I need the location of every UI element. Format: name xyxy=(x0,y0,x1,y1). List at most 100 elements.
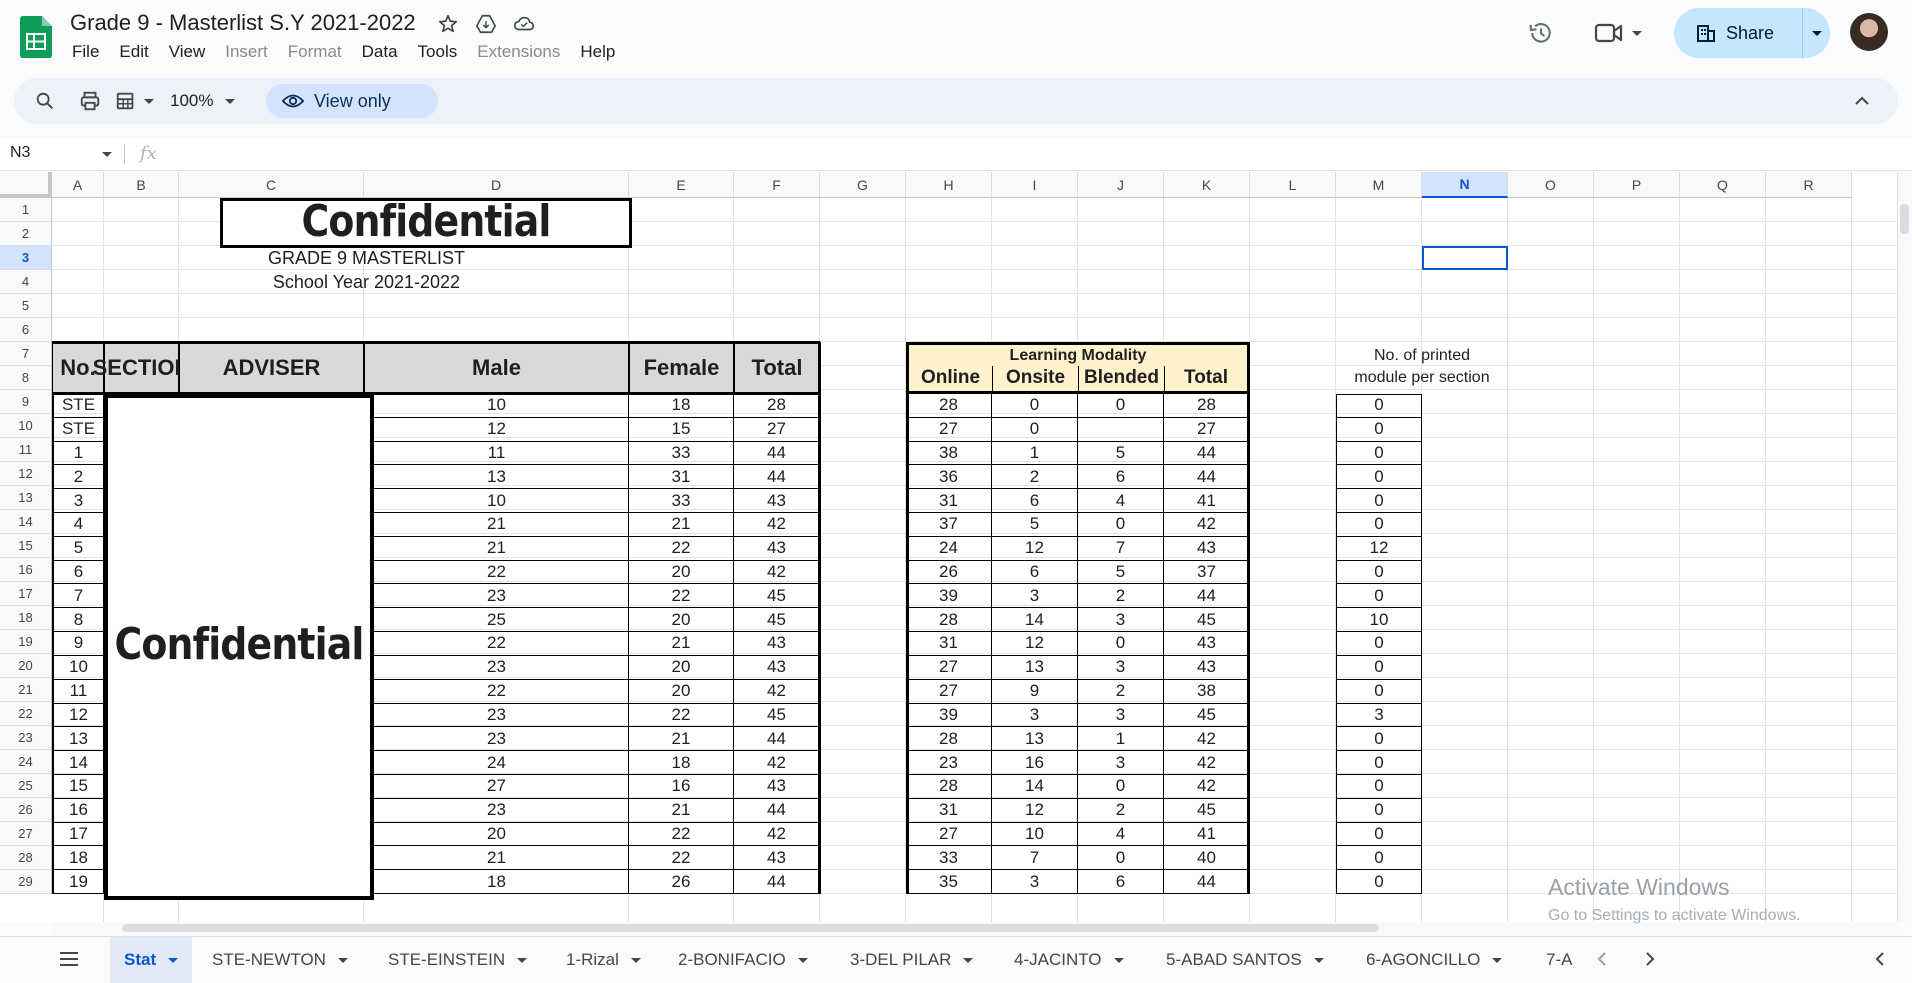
column-header-q[interactable]: Q xyxy=(1680,172,1766,198)
scroll-tabs-right-icon[interactable] xyxy=(1640,949,1660,974)
row-header-2[interactable]: 2 xyxy=(0,222,52,246)
menu-item-help[interactable]: Help xyxy=(570,40,625,64)
avatar[interactable] xyxy=(1850,13,1888,51)
scroll-tabs-left-icon[interactable] xyxy=(1592,949,1612,974)
column-header-m[interactable]: M xyxy=(1336,172,1422,198)
row-header-29[interactable]: 29 xyxy=(0,870,52,894)
share-button[interactable]: Share xyxy=(1674,8,1803,58)
chevron-down-icon[interactable] xyxy=(168,957,179,963)
chevron-down-icon[interactable] xyxy=(102,152,112,157)
row-header-3[interactable]: 3 xyxy=(0,246,52,270)
column-header-i[interactable]: I xyxy=(992,172,1078,198)
row-header-8[interactable]: 8 xyxy=(0,366,52,390)
vertical-scroll-thumb[interactable] xyxy=(1900,204,1909,234)
sheet-tab-stat[interactable]: Stat xyxy=(110,937,193,983)
column-header-j[interactable]: J xyxy=(1078,172,1164,198)
column-header-f[interactable]: F xyxy=(734,172,820,198)
row-header-5[interactable]: 5 xyxy=(0,294,52,318)
sheet-tab-ste-einstein[interactable]: STE-EINSTEIN xyxy=(388,937,528,983)
row-header-4[interactable]: 4 xyxy=(0,270,52,294)
row-header-15[interactable]: 15 xyxy=(0,534,52,558)
row-header-13[interactable]: 13 xyxy=(0,486,52,510)
row-header-19[interactable]: 19 xyxy=(0,630,52,654)
meet-button[interactable] xyxy=(1594,18,1650,48)
row-header-17[interactable]: 17 xyxy=(0,582,52,606)
row-header-10[interactable]: 10 xyxy=(0,414,52,438)
menu-item-file[interactable]: File xyxy=(62,40,109,64)
column-header-o[interactable]: O xyxy=(1508,172,1594,198)
row-header-27[interactable]: 27 xyxy=(0,822,52,846)
column-header-d[interactable]: D xyxy=(364,172,629,198)
name-box[interactable]: N3 xyxy=(10,144,30,162)
collapse-sidebar-icon[interactable] xyxy=(1870,949,1890,974)
chevron-down-icon[interactable] xyxy=(963,957,974,963)
menu-item-tools[interactable]: Tools xyxy=(408,40,468,64)
chevron-down-icon[interactable] xyxy=(1113,957,1124,963)
select-format-button[interactable] xyxy=(114,78,154,124)
column-header-k[interactable]: K xyxy=(1164,172,1250,198)
select-all-corner[interactable] xyxy=(0,172,52,198)
print-icon[interactable] xyxy=(78,78,102,124)
menu-item-data[interactable]: Data xyxy=(352,40,408,64)
row-header-9[interactable]: 9 xyxy=(0,390,52,414)
horizontal-scroll-thumb[interactable] xyxy=(122,924,1379,932)
sheet-tab-2-bonifacio[interactable]: 2-BONIFACIO xyxy=(678,937,808,983)
chevron-down-icon[interactable] xyxy=(1492,957,1503,963)
row-header-18[interactable]: 18 xyxy=(0,606,52,630)
row-header-16[interactable]: 16 xyxy=(0,558,52,582)
spreadsheet-grid[interactable]: A B C D E F G H I J K L M N O P Q R 1 2 3 4 5 6 7 8 9 10 11 12 13 14 15 1… xyxy=(0,172,1897,922)
search-icon[interactable] xyxy=(34,78,56,124)
view-only-button[interactable]: View only xyxy=(266,84,438,118)
row-header-11[interactable]: 11 xyxy=(0,438,52,462)
row-header-25[interactable]: 25 xyxy=(0,774,52,798)
sheet-tab-1-rizal[interactable]: 1-Rizal xyxy=(566,937,641,983)
document-title[interactable]: Grade 9 - Masterlist S.Y 2021-2022 xyxy=(70,10,416,36)
sheet-tab-6-agoncillo[interactable]: 6-AGONCILLO xyxy=(1366,937,1503,983)
sheet-tab-ste-newton[interactable]: STE-NEWTON xyxy=(212,937,348,983)
row-header-1[interactable]: 1 xyxy=(0,198,52,222)
sheet-tab-4-jacinto[interactable]: 4-JACINTO xyxy=(1014,937,1124,983)
sheet-tab-7-a[interactable]: 7-A xyxy=(1546,937,1580,983)
column-header-g[interactable]: G xyxy=(820,172,906,198)
row-header-21[interactable]: 21 xyxy=(0,678,52,702)
formula-input[interactable] xyxy=(170,142,1890,166)
chevron-down-icon[interactable] xyxy=(337,957,348,963)
chevron-down-icon[interactable] xyxy=(517,957,528,963)
menu-item-view[interactable]: View xyxy=(159,40,216,64)
column-header-r[interactable]: R xyxy=(1766,172,1852,198)
column-header-c[interactable]: C xyxy=(179,172,364,198)
all-sheets-menu-icon[interactable] xyxy=(58,950,80,973)
vertical-scrollbar[interactable] xyxy=(1897,172,1912,922)
share-options-button[interactable] xyxy=(1803,30,1830,36)
version-history-icon[interactable] xyxy=(1524,16,1558,50)
row-header-7[interactable]: 7 xyxy=(0,342,52,366)
chevron-down-icon[interactable] xyxy=(1313,957,1324,963)
sheets-logo-icon[interactable] xyxy=(20,16,52,58)
column-header-h[interactable]: H xyxy=(906,172,992,198)
selected-cell-n3[interactable] xyxy=(1422,246,1508,270)
row-header-6[interactable]: 6 xyxy=(0,318,52,342)
menu-item-edit[interactable]: Edit xyxy=(109,40,158,64)
chevron-down-icon[interactable] xyxy=(630,957,641,963)
column-header-l[interactable]: L xyxy=(1250,172,1336,198)
row-header-24[interactable]: 24 xyxy=(0,750,52,774)
star-icon[interactable] xyxy=(436,12,460,36)
move-to-drive-icon[interactable] xyxy=(474,12,498,36)
column-header-p[interactable]: P xyxy=(1594,172,1680,198)
zoom-select[interactable]: 100% xyxy=(170,78,236,124)
row-header-14[interactable]: 14 xyxy=(0,510,52,534)
chevron-down-icon[interactable] xyxy=(797,957,808,963)
sheet-tab-5-abad-santos[interactable]: 5-ABAD SANTOS xyxy=(1166,937,1324,983)
row-header-23[interactable]: 23 xyxy=(0,726,52,750)
row-header-22[interactable]: 22 xyxy=(0,702,52,726)
row-header-26[interactable]: 26 xyxy=(0,798,52,822)
row-header-20[interactable]: 20 xyxy=(0,654,52,678)
row-header-12[interactable]: 12 xyxy=(0,462,52,486)
column-header-n[interactable]: N xyxy=(1422,172,1508,198)
sheet-tab-3-del-pilar[interactable]: 3-DEL PILAR xyxy=(850,937,974,983)
column-header-b[interactable]: B xyxy=(104,172,179,198)
row-header-28[interactable]: 28 xyxy=(0,846,52,870)
column-header-e[interactable]: E xyxy=(629,172,734,198)
cloud-saved-icon[interactable] xyxy=(512,12,536,36)
column-header-a[interactable]: A xyxy=(52,172,104,198)
